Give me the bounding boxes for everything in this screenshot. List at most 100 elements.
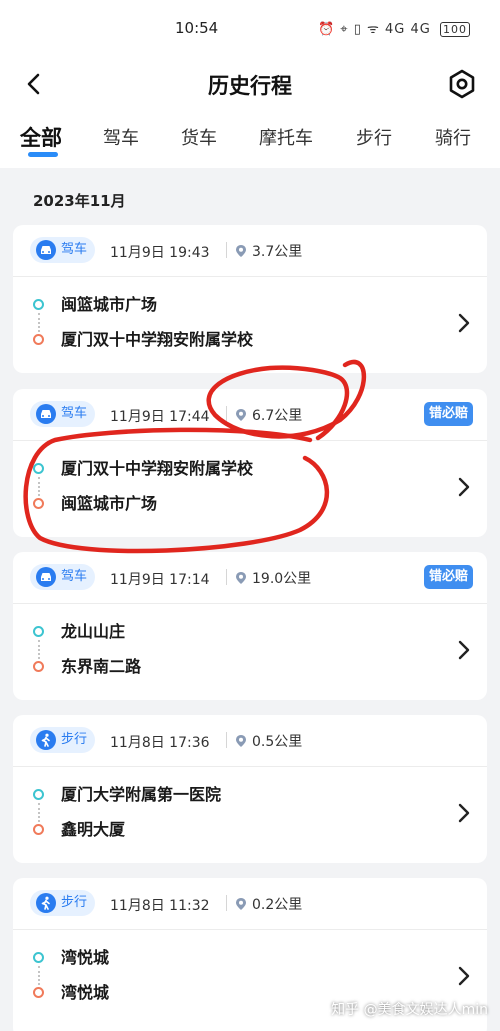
insurance-badge[interactable]: 错必赔 xyxy=(423,402,473,426)
mode-badge: 步行 xyxy=(30,890,96,916)
trip-distance-value: 3.7公里 xyxy=(252,244,303,260)
trip-route: 闽篮城市广场 厦门双十中学翔安附属学校 xyxy=(13,277,487,373)
walk-icon xyxy=(36,730,56,750)
tab-truck[interactable]: 货车 xyxy=(181,124,217,150)
chevron-right-icon[interactable] xyxy=(457,802,471,824)
trip-datetime: 11月9日 19:43 xyxy=(110,245,210,261)
trip-card-header: 驾车 11月9日 19:43 3.7公里 xyxy=(13,225,487,277)
chevron-right-icon[interactable] xyxy=(457,639,471,661)
status-bar: 10:54 ⏰ ⌖ ▯ ᯤ 4G 4G 100 xyxy=(0,0,500,58)
trip-card-header: 步行 11月8日 11:32 0.2公里 xyxy=(13,878,487,930)
trip-distance-value: 0.2公里 xyxy=(252,897,303,913)
end-dot-icon xyxy=(33,987,44,998)
location-pin-icon xyxy=(236,735,246,747)
car-icon xyxy=(36,240,56,260)
mode-badge: 驾车 xyxy=(30,564,96,590)
end-dot-icon xyxy=(33,824,44,835)
trip-datetime: 11月8日 17:36 xyxy=(110,735,210,751)
route-line xyxy=(38,803,40,822)
trip-card-header: 驾车 11月9日 17:44 6.7公里 错必赔 xyxy=(13,389,487,441)
mode-label: 驾车 xyxy=(61,406,88,421)
start-dot-icon xyxy=(33,789,44,800)
location-pin-icon xyxy=(236,409,246,421)
tab-all[interactable]: 全部 xyxy=(20,122,62,152)
trip-distance: 0.2公里 xyxy=(235,894,302,914)
chevron-right-icon[interactable] xyxy=(457,965,471,987)
start-dot-icon xyxy=(33,299,44,310)
trip-datetime: 11月9日 17:14 xyxy=(110,572,210,588)
status-time: 10:54 xyxy=(175,19,219,37)
mode-label: 步行 xyxy=(61,895,88,910)
insurance-badge[interactable]: 错必赔 xyxy=(423,565,473,589)
divider xyxy=(226,732,227,748)
status-indicators: ⏰ ⌖ ▯ ᯤ 4G 4G 100 xyxy=(318,19,470,37)
trip-route: 厦门大学附属第一医院 鑫明大厦 xyxy=(13,767,487,863)
route-line xyxy=(38,477,40,496)
mode-label: 步行 xyxy=(61,732,88,747)
mode-badge: 驾车 xyxy=(30,401,96,427)
trip-card[interactable]: 驾车 11月9日 17:44 6.7公里 错必赔 厦门双十中学翔安附属学校 闽篮… xyxy=(13,389,487,537)
end-dot-icon xyxy=(33,498,44,509)
trip-destination: 鑫明大厦 xyxy=(61,820,126,839)
car-icon xyxy=(36,567,56,587)
trip-distance-value: 6.7公里 xyxy=(252,408,303,424)
battery-icon: 100 xyxy=(440,22,470,37)
trip-card[interactable]: 驾车 11月9日 19:43 3.7公里 闽篮城市广场 厦门双十中学翔安附属学校 xyxy=(13,225,487,373)
walk-icon xyxy=(36,893,56,913)
tab-ride[interactable]: 骑行 xyxy=(435,124,471,150)
status-icons: ⏰ ⌖ ▯ ᯤ 4G 4G xyxy=(317,22,431,37)
trip-card[interactable]: 步行 11月8日 17:36 0.5公里 厦门大学附属第一医院 鑫明大厦 xyxy=(13,715,487,863)
trip-distance: 19.0公里 xyxy=(235,568,311,588)
tab-active-indicator xyxy=(28,152,58,157)
trip-origin: 厦门双十中学翔安附属学校 xyxy=(61,459,254,478)
trip-origin: 厦门大学附属第一医院 xyxy=(61,785,222,804)
mode-tabs: 全部 驾车 货车 摩托车 步行 骑行 xyxy=(0,112,500,168)
trip-distance: 0.5公里 xyxy=(235,731,302,751)
trip-destination: 东界南二路 xyxy=(61,657,142,676)
page-title: 历史行程 xyxy=(208,74,292,98)
trip-datetime: 11月8日 11:32 xyxy=(110,898,210,914)
trip-distance-value: 0.5公里 xyxy=(252,734,303,750)
trip-destination: 湾悦城 xyxy=(61,983,110,1002)
end-dot-icon xyxy=(33,334,44,345)
route-line xyxy=(38,966,40,985)
mode-badge: 驾车 xyxy=(30,237,96,263)
chevron-right-icon[interactable] xyxy=(457,312,471,334)
trip-route: 龙山山庄 东界南二路 xyxy=(13,604,487,700)
car-icon xyxy=(36,404,56,424)
tab-drive[interactable]: 驾车 xyxy=(103,124,139,150)
start-dot-icon xyxy=(33,626,44,637)
trip-card-header: 驾车 11月9日 17:14 19.0公里 错必赔 xyxy=(13,552,487,604)
settings-hex-icon[interactable] xyxy=(446,68,478,100)
location-pin-icon xyxy=(236,572,246,584)
header: 历史行程 xyxy=(0,58,500,112)
start-dot-icon xyxy=(33,952,44,963)
trip-origin: 龙山山庄 xyxy=(61,622,126,641)
watermark: 知乎 @美食文娱达人min xyxy=(331,1002,488,1018)
month-header: 2023年11月 xyxy=(33,192,126,210)
location-pin-icon xyxy=(236,898,246,910)
trip-origin: 湾悦城 xyxy=(61,948,110,967)
trip-card[interactable]: 驾车 11月9日 17:14 19.0公里 错必赔 龙山山庄 东界南二路 xyxy=(13,552,487,700)
mode-label: 驾车 xyxy=(61,242,88,257)
divider xyxy=(226,895,227,911)
mode-label: 驾车 xyxy=(61,569,88,584)
trip-distance: 3.7公里 xyxy=(235,241,302,261)
route-line xyxy=(38,313,40,332)
tab-motorcycle[interactable]: 摩托车 xyxy=(259,124,313,150)
tab-walk[interactable]: 步行 xyxy=(356,124,392,150)
trip-destination: 厦门双十中学翔安附属学校 xyxy=(61,330,254,349)
divider xyxy=(226,242,227,258)
divider xyxy=(226,406,227,422)
mode-badge: 步行 xyxy=(30,727,96,753)
location-pin-icon xyxy=(236,245,246,257)
trip-destination: 闽篮城市广场 xyxy=(61,494,158,513)
end-dot-icon xyxy=(33,661,44,672)
chevron-right-icon[interactable] xyxy=(457,476,471,498)
trip-distance: 6.7公里 xyxy=(235,405,302,425)
start-dot-icon xyxy=(33,463,44,474)
route-line xyxy=(38,640,40,659)
divider xyxy=(226,569,227,585)
trip-route: 厦门双十中学翔安附属学校 闽篮城市广场 xyxy=(13,441,487,537)
trip-distance-value: 19.0公里 xyxy=(252,571,312,587)
